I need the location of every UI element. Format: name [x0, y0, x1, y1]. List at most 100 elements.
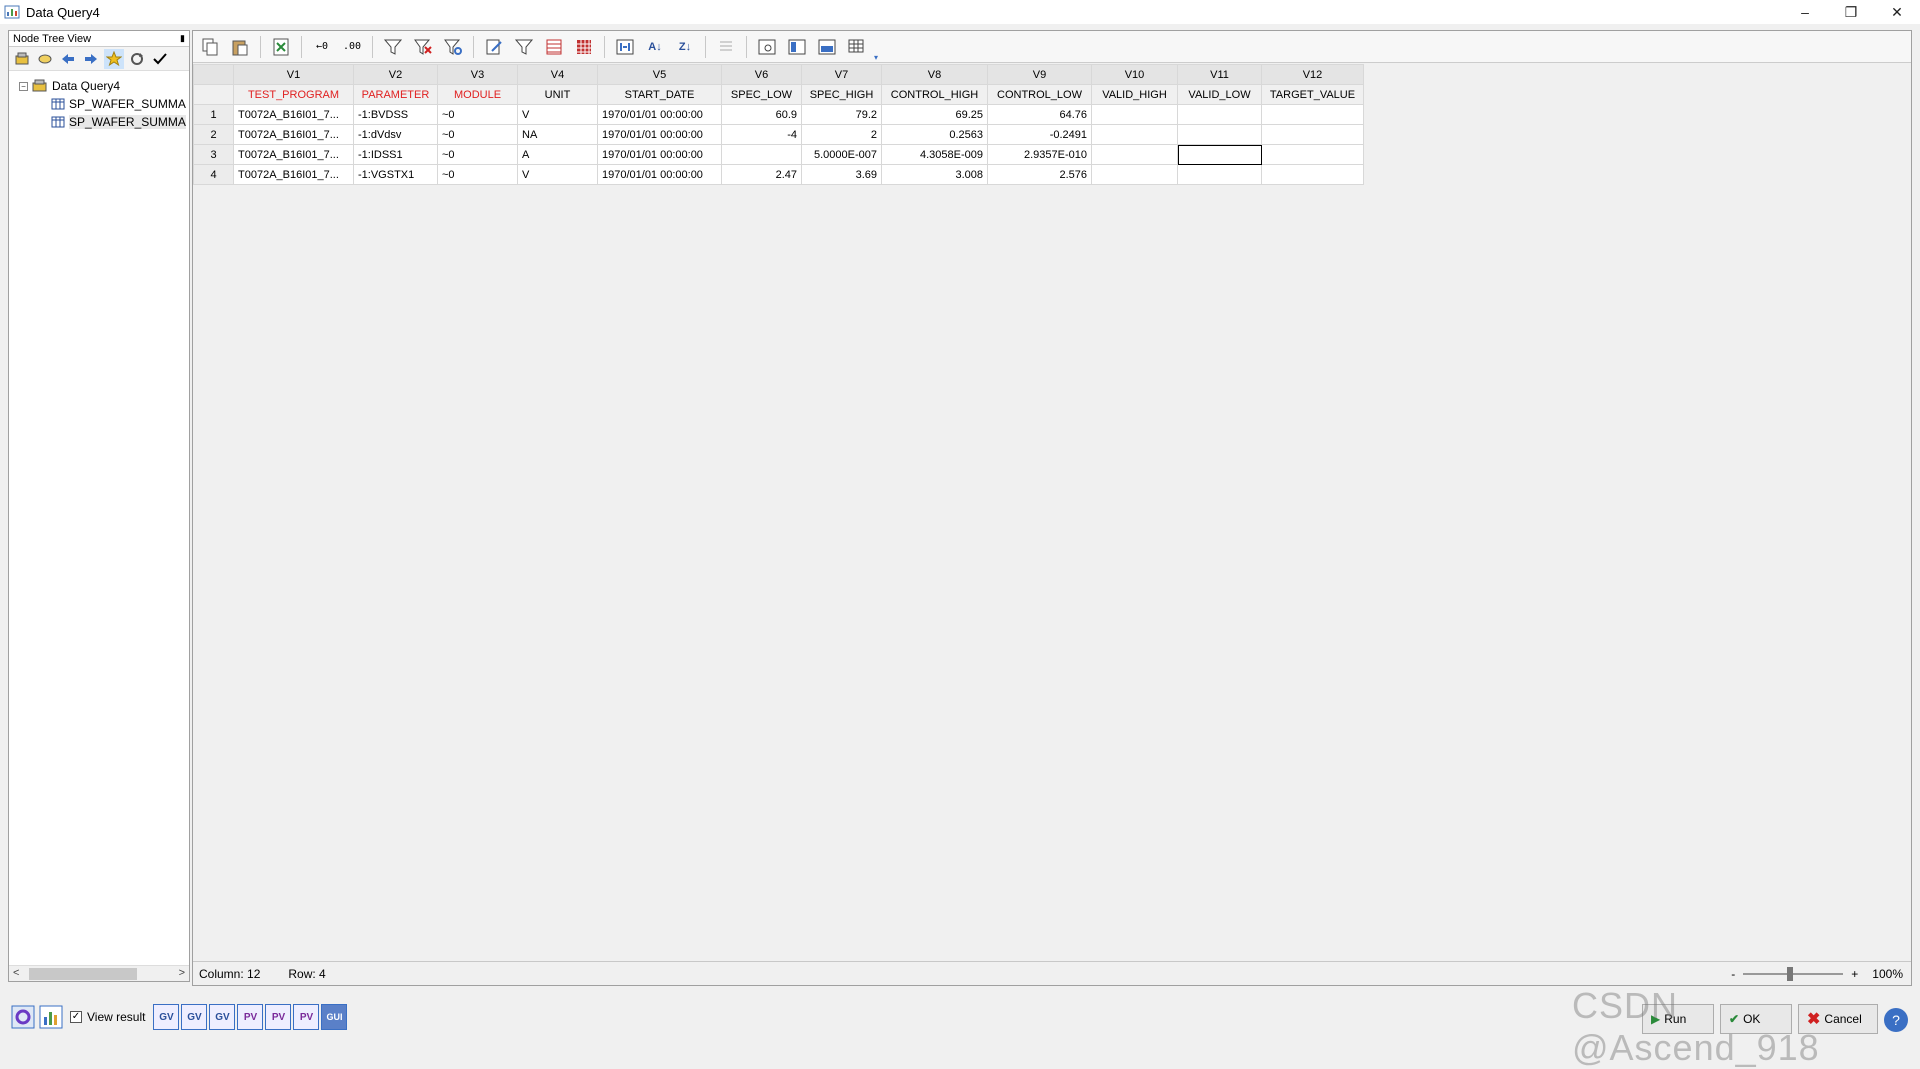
- column-header[interactable]: V2: [353, 64, 438, 85]
- increase-decimal-icon[interactable]: ←0: [309, 34, 335, 60]
- table-cell[interactable]: T0072A_B16I01_7...: [233, 104, 354, 125]
- table-cell[interactable]: [1261, 124, 1364, 145]
- table-cell[interactable]: 64.76: [987, 104, 1092, 125]
- table-cell[interactable]: [1091, 104, 1178, 125]
- table-row[interactable]: 3 T0072A_B16I01_7... -1:IDSS1 ~0 A 1970/…: [193, 144, 1364, 165]
- column-header[interactable]: V6: [721, 64, 802, 85]
- table-cell[interactable]: 2: [801, 124, 882, 145]
- paste-icon[interactable]: [227, 34, 253, 60]
- table-cell[interactable]: 2.576: [987, 164, 1092, 185]
- table-cell[interactable]: V: [517, 164, 598, 185]
- table-cell[interactable]: 0.2563: [881, 124, 988, 145]
- table-cell[interactable]: 3.69: [801, 164, 882, 185]
- link-icon[interactable]: [35, 49, 55, 69]
- minimize-button[interactable]: –: [1782, 0, 1828, 24]
- pv-export-button[interactable]: PV: [293, 1004, 320, 1030]
- refresh-icon[interactable]: [127, 49, 147, 69]
- preview-icon[interactable]: [754, 34, 780, 60]
- table-cell[interactable]: ~0: [437, 124, 518, 145]
- column-header[interactable]: V4: [517, 64, 598, 85]
- table-cell[interactable]: 2.47: [721, 164, 802, 185]
- table-cell[interactable]: [1261, 104, 1364, 125]
- table-cell[interactable]: [1261, 144, 1364, 165]
- column-name[interactable]: VALID_HIGH: [1091, 84, 1178, 105]
- edit-icon[interactable]: [481, 34, 507, 60]
- gui-button[interactable]: GUI: [321, 1004, 348, 1030]
- table-cell[interactable]: -1:dVdsv: [353, 124, 438, 145]
- excel-export-icon[interactable]: [268, 34, 294, 60]
- gv-bar-button[interactable]: GV: [181, 1004, 208, 1030]
- table-cell[interactable]: T0072A_B16I01_7...: [233, 124, 354, 145]
- scroll-right-icon[interactable]: >: [179, 967, 185, 979]
- table-cell[interactable]: -1:BVDSS: [353, 104, 438, 125]
- table-cell[interactable]: V: [517, 104, 598, 125]
- table-cell[interactable]: T0072A_B16I01_7...: [233, 144, 354, 165]
- sort-descending-icon[interactable]: Z↓: [672, 34, 698, 60]
- table-cell[interactable]: [721, 144, 802, 165]
- table-cell[interactable]: [1091, 124, 1178, 145]
- table-cell[interactable]: 4.3058E-009: [881, 144, 988, 165]
- column-name[interactable]: TEST_PROGRAM: [233, 84, 354, 105]
- settings-icon[interactable]: [10, 1004, 36, 1030]
- column-name[interactable]: SPEC_HIGH: [801, 84, 882, 105]
- tree-root-node[interactable]: − Data Query4: [9, 77, 189, 95]
- zoom-slider-handle[interactable]: [1787, 967, 1794, 981]
- grid-dense-icon[interactable]: [571, 34, 597, 60]
- table-cell[interactable]: 1970/01/01 00:00:00: [597, 104, 722, 125]
- copy-icon[interactable]: [197, 34, 223, 60]
- table-cell[interactable]: A: [517, 144, 598, 165]
- database-icon[interactable]: [12, 49, 32, 69]
- zoom-slider[interactable]: [1743, 967, 1844, 981]
- table-cell[interactable]: -1:VGSTX1: [353, 164, 438, 185]
- column-name[interactable]: PARAMETER: [353, 84, 438, 105]
- check-icon[interactable]: [150, 49, 170, 69]
- back-arrow-icon[interactable]: [58, 49, 78, 69]
- table-cell[interactable]: T0072A_B16I01_7...: [233, 164, 354, 185]
- table-row[interactable]: 4 T0072A_B16I01_7... -1:VGSTX1 ~0 V 1970…: [193, 164, 1364, 185]
- gv-export-button[interactable]: GV: [209, 1004, 236, 1030]
- pv-button[interactable]: PV: [237, 1004, 264, 1030]
- scroll-left-icon[interactable]: <: [13, 967, 19, 979]
- zoom-in-button[interactable]: +: [1851, 967, 1858, 981]
- collapse-icon[interactable]: −: [19, 81, 28, 91]
- focused-cell[interactable]: [1177, 144, 1262, 165]
- column-header[interactable]: V1: [233, 64, 354, 85]
- table-row[interactable]: 2 T0072A_B16I01_7... -1:dVdsv ~0 NA 1970…: [193, 124, 1364, 145]
- column-name[interactable]: UNIT: [517, 84, 598, 105]
- table-cell[interactable]: 5.0000E-007: [801, 144, 882, 165]
- table-cell[interactable]: NA: [517, 124, 598, 145]
- zoom-out-button[interactable]: -: [1731, 967, 1735, 981]
- column-name[interactable]: CONTROL_LOW: [987, 84, 1092, 105]
- table-cell[interactable]: -4: [721, 124, 802, 145]
- window-layout-icon[interactable]: [784, 34, 810, 60]
- table-cell[interactable]: -1:IDSS1: [353, 144, 438, 165]
- table-cell[interactable]: 1970/01/01 00:00:00: [597, 164, 722, 185]
- sort-ascending-icon[interactable]: A↓: [642, 34, 668, 60]
- column-name[interactable]: START_DATE: [597, 84, 722, 105]
- pv-bar-button[interactable]: PV: [265, 1004, 292, 1030]
- table-settings-icon[interactable]: [844, 34, 870, 60]
- table-cell[interactable]: 60.9: [721, 104, 802, 125]
- table-cell[interactable]: 79.2: [801, 104, 882, 125]
- view-result-checkbox[interactable]: ✓ View result: [70, 1010, 145, 1024]
- column-header[interactable]: V9: [987, 64, 1092, 85]
- toolbar-overflow-icon[interactable]: ▾: [874, 53, 878, 62]
- table-cell[interactable]: 2.9357E-010: [987, 144, 1092, 165]
- column-name[interactable]: MODULE: [437, 84, 518, 105]
- column-header[interactable]: V8: [881, 64, 988, 85]
- column-fit-icon[interactable]: [612, 34, 638, 60]
- pin-icon[interactable]: ▮: [180, 33, 185, 44]
- tree-child-node[interactable]: SP_WAFER_SUMMA: [9, 95, 189, 113]
- column-header[interactable]: V11: [1177, 64, 1262, 85]
- checkbox-checked-icon[interactable]: ✓: [70, 1011, 82, 1023]
- clear-filter-icon[interactable]: [410, 34, 436, 60]
- column-name[interactable]: VALID_LOW: [1177, 84, 1262, 105]
- table-cell[interactable]: ~0: [437, 144, 518, 165]
- table-cell[interactable]: [1261, 164, 1364, 185]
- table-cell[interactable]: [1177, 104, 1262, 125]
- table-cell[interactable]: -0.2491: [987, 124, 1092, 145]
- table-cell[interactable]: [1177, 124, 1262, 145]
- list-icon[interactable]: [713, 34, 739, 60]
- filter-edit-icon[interactable]: [440, 34, 466, 60]
- column-name[interactable]: SPEC_LOW: [721, 84, 802, 105]
